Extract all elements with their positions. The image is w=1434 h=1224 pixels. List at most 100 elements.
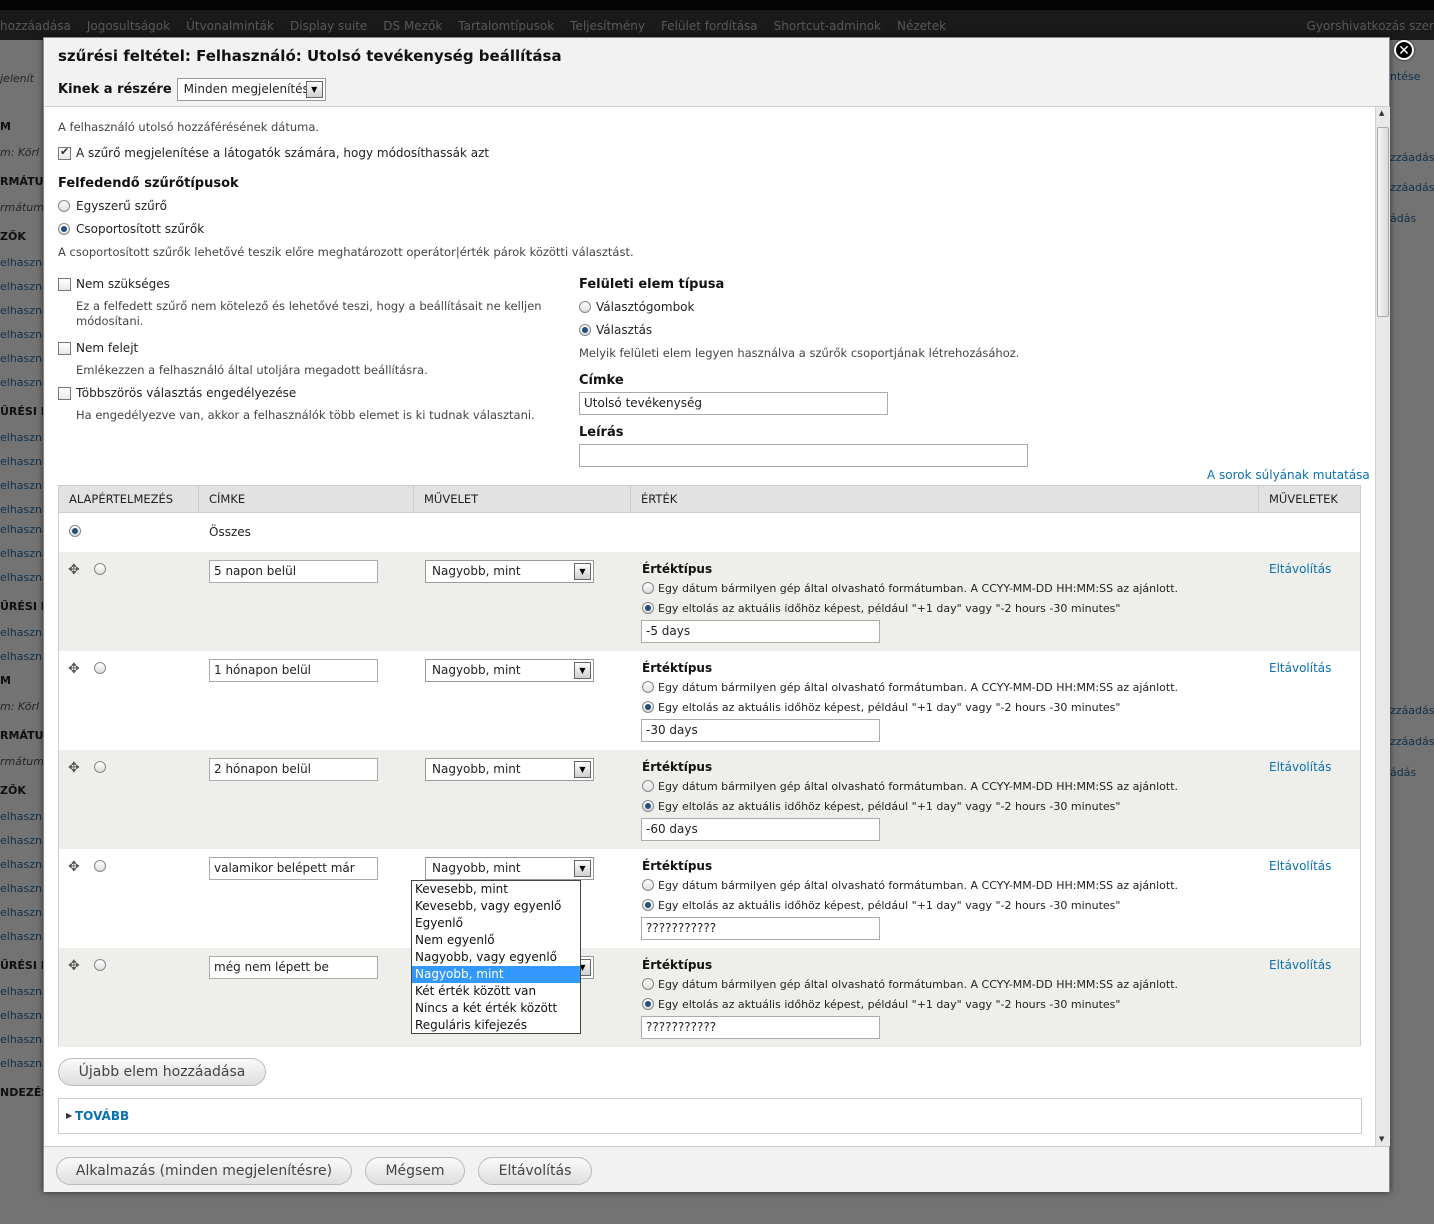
optional-label: Nem szükséges — [76, 277, 170, 291]
row-operator-value: Nagyobb, mint — [432, 762, 521, 776]
table-row: ✥még nem lépett beNagyobb, mint▼Értéktíp… — [59, 948, 1360, 1047]
default-radio[interactable] — [94, 761, 106, 773]
value-type-date-radio[interactable] — [642, 978, 654, 990]
operator-dropdown-list[interactable]: Kevesebb, mint Kevesebb, vagy egyenlő Egye… — [411, 880, 581, 1034]
value-type-offset-radio[interactable] — [642, 998, 654, 1010]
drag-handle-icon[interactable]: ✥ — [68, 661, 80, 677]
drag-handle-icon[interactable]: ✥ — [68, 760, 80, 776]
chevron-down-icon[interactable]: ▼ — [574, 761, 591, 778]
dialog-scroll-area[interactable]: A felhasználó utolsó hozzáférésének dátu… — [45, 106, 1390, 1146]
widget-type-title: Felületi elem típusa — [579, 277, 725, 292]
multiple-desc: Ha engedélyezve van, akkor a felhasználó… — [76, 408, 535, 422]
row-value-input[interactable]: -30 days — [641, 719, 880, 742]
chevron-down-icon[interactable]: ▼ — [574, 662, 591, 679]
optional-desc-line1: Ez a felfedett szűrő nem kötelező és leh… — [76, 299, 542, 313]
chevron-down-icon[interactable]: ▼ — [305, 81, 323, 98]
value-type-date-radio[interactable] — [642, 780, 654, 792]
row-operator-select[interactable]: Nagyobb, mint ▼ — [425, 560, 594, 583]
simple-filter-radio[interactable] — [58, 200, 70, 212]
row-operator-select[interactable]: Nagyobb, mint ▼ — [425, 857, 594, 880]
value-type-date-radio[interactable] — [642, 879, 654, 891]
apply-button[interactable]: Alkalmazás (minden megjelenítésre) — [56, 1157, 352, 1185]
value-type-date-radio[interactable] — [642, 582, 654, 594]
row-value-input[interactable]: ??????????? — [641, 917, 880, 940]
row-label-input[interactable]: 1 hónapon belül — [209, 659, 378, 682]
dropdown-option[interactable]: Reguláris kifejezés — [412, 1017, 580, 1034]
multiple-checkbox[interactable] — [58, 387, 71, 400]
row-operator-select[interactable]: Nagyobb, mint ▼ — [425, 659, 594, 682]
optional-desc-line2: módosítani. — [76, 314, 144, 328]
close-icon[interactable]: ✕ — [1394, 40, 1414, 60]
filter-description: A felhasználó utolsó hozzáférésének dátu… — [58, 120, 320, 134]
remember-label: Nem felejt — [76, 341, 139, 355]
more-link[interactable]: TOVÁBB — [75, 1109, 129, 1123]
chevron-down-icon[interactable]: ▼ — [574, 860, 591, 877]
grouped-filter-radio[interactable] — [58, 223, 70, 235]
dropdown-option[interactable]: Két érték között van — [412, 983, 580, 1000]
simple-filter-label: Egyszerű szűrő — [76, 199, 168, 213]
radios-widget-label: Választógombok — [596, 300, 695, 314]
expose-checkbox[interactable] — [58, 145, 71, 160]
scroll-down-icon[interactable]: ▼ — [1379, 1135, 1384, 1143]
value-type-offset-radio[interactable] — [642, 602, 654, 614]
default-radio[interactable] — [94, 563, 106, 575]
select-widget-radio[interactable] — [579, 324, 591, 336]
drag-handle-icon[interactable]: ✥ — [68, 859, 80, 875]
default-radio[interactable] — [94, 860, 106, 872]
dropdown-option[interactable]: Nem egyenlő — [412, 932, 580, 949]
value-type-date-label: Egy dátum bármilyen gép által olvasható … — [658, 780, 1179, 793]
dropdown-option[interactable]: Egyenlő — [412, 915, 580, 932]
row-remove-link[interactable]: Eltávolítás — [1269, 859, 1331, 873]
table-row-all: Összes — [59, 514, 1360, 551]
value-type-offset-radio[interactable] — [642, 899, 654, 911]
row-label-input[interactable]: még nem lépett be — [209, 956, 378, 979]
dialog-content: A felhasználó utolsó hozzáférésének dátu… — [45, 107, 1375, 1146]
scroll-up-icon[interactable]: ▲ — [1379, 109, 1384, 117]
for-label: Kinek a részére — [58, 82, 172, 97]
dropdown-option[interactable]: Nincs a két érték között — [412, 1000, 580, 1017]
row-value-input[interactable]: -5 days — [641, 620, 880, 643]
remove-button[interactable]: Eltávolítás — [478, 1157, 592, 1185]
vertical-scrollbar[interactable]: ▲ ▼ — [1375, 107, 1390, 1146]
for-display-row: Kinek a részére Minden megjelenítés ▼ — [58, 78, 326, 101]
drag-handle-icon[interactable]: ✥ — [68, 562, 80, 578]
value-type-title: Értéktípus — [642, 661, 713, 675]
dropdown-option[interactable]: Kevesebb, mint — [412, 881, 580, 898]
cancel-button[interactable]: Mégsem — [365, 1157, 465, 1185]
more-fieldset[interactable]: ▶ TOVÁBB — [58, 1098, 1362, 1134]
for-display-value: Minden megjelenítés — [183, 82, 309, 96]
chevron-down-icon[interactable]: ▼ — [574, 563, 591, 580]
select-widget-label: Választás — [596, 323, 653, 337]
table-row: ✥ 1 hónapon belül Nagyobb, mint ▼ Értéktípus… — [59, 651, 1360, 750]
optional-checkbox[interactable] — [58, 278, 71, 291]
default-radio[interactable] — [94, 959, 106, 971]
row-remove-link[interactable]: Eltávolítás — [1269, 562, 1331, 576]
row-operator-select[interactable]: Nagyobb, mint ▼ — [425, 758, 594, 781]
dropdown-option[interactable]: Kevesebb, vagy egyenlő — [412, 898, 580, 915]
default-radio[interactable] — [94, 662, 106, 674]
dropdown-option[interactable]: Nagyobb, vagy egyenlő — [412, 949, 580, 966]
row-remove-link[interactable]: Eltávolítás — [1269, 661, 1331, 675]
value-type-offset-radio[interactable] — [642, 800, 654, 812]
scrollbar-thumb[interactable] — [1377, 127, 1389, 317]
value-type-offset-radio[interactable] — [642, 701, 654, 713]
label-input[interactable]: Utolsó tevékenység — [579, 392, 888, 415]
add-item-button[interactable]: Újabb elem hozzáadása — [58, 1058, 266, 1086]
row-value-input[interactable]: ??????????? — [641, 1016, 880, 1039]
drag-handle-icon[interactable]: ✥ — [68, 958, 80, 974]
row-label-input[interactable]: valamikor belépett már — [209, 857, 378, 880]
radios-widget-radio[interactable] — [579, 301, 591, 313]
show-row-weights-link[interactable]: A sorok súlyának mutatása — [1207, 468, 1370, 482]
row-label-input[interactable]: 2 hónapon belül — [209, 758, 378, 781]
default-all-radio[interactable] — [69, 525, 81, 537]
table-header: ALAPÉRTELMEZÉS CÍMKE MŰVELET ÉRTÉK MŰVEL… — [59, 486, 1360, 513]
row-remove-link[interactable]: Eltávolítás — [1269, 760, 1331, 774]
dropdown-option[interactable]: Nagyobb, mint — [412, 966, 580, 983]
row-remove-link[interactable]: Eltávolítás — [1269, 958, 1331, 972]
remember-checkbox[interactable] — [58, 342, 71, 355]
row-label-input[interactable]: 5 napon belül — [209, 560, 378, 583]
description-input[interactable] — [579, 444, 1028, 467]
value-type-date-radio[interactable] — [642, 681, 654, 693]
row-value-input[interactable]: -60 days — [641, 818, 880, 841]
for-display-select[interactable]: Minden megjelenítés ▼ — [176, 78, 326, 101]
